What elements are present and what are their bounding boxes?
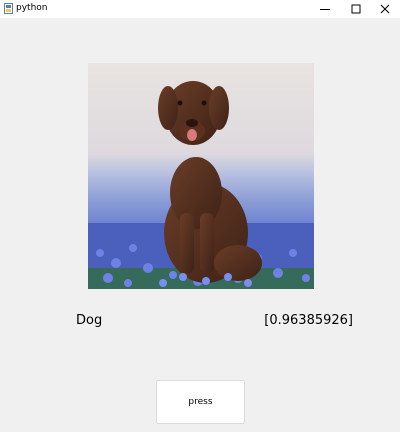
press-button[interactable]: press [156,380,245,424]
dog-image [88,63,314,289]
app-window: python Dog [0.96385926] press [0,0,400,432]
maximize-icon [351,4,361,14]
window-title: python [16,3,48,13]
prediction-score: [0.96385926] [264,313,353,328]
close-button[interactable] [370,0,400,18]
minimize-icon [320,9,330,10]
title-bar[interactable]: python [0,0,400,18]
close-icon [380,4,390,14]
prediction-label: Dog [76,313,103,328]
python-app-icon [4,3,13,14]
dog-photo [88,63,314,289]
maximize-button[interactable] [341,0,371,18]
minimize-button[interactable] [310,0,340,18]
